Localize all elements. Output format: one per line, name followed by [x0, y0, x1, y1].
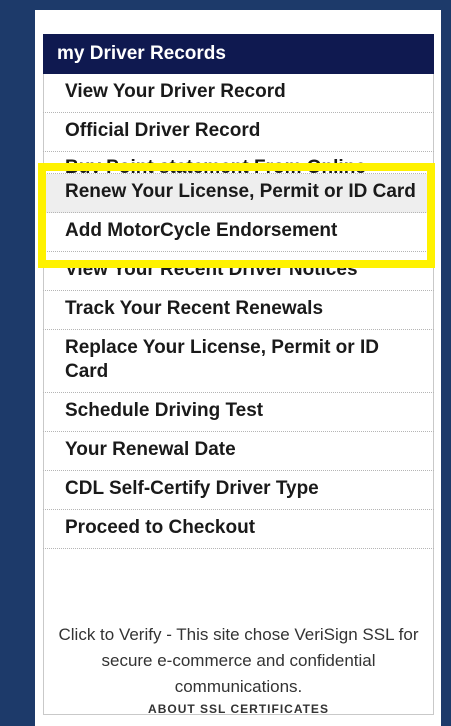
menu-item-cdl-self-certify[interactable]: CDL Self-Certify Driver Type [43, 471, 434, 510]
menu-item-schedule-driving-test[interactable]: Schedule Driving Test [43, 393, 434, 432]
menu-item-renewal-date[interactable]: Your Renewal Date [43, 432, 434, 471]
verisign-seal-text[interactable]: Click to Verify - This site chose VeriSi… [43, 622, 434, 700]
menu-item-renew-license[interactable]: Renew Your License, Permit or ID Card [43, 174, 434, 213]
panel-header: my Driver Records [43, 34, 434, 74]
menu-item-replace-license[interactable]: Replace Your License, Permit or ID Card [43, 330, 434, 393]
menu-item-official-driver-record[interactable]: Official Driver Record [43, 113, 434, 152]
menu-item-driver-notices[interactable]: View Your Recent Driver Notices [43, 252, 434, 291]
driver-records-menu: View Your Driver Record Official Driver … [43, 74, 434, 549]
ssl-certificates-link[interactable]: ABOUT SSL CERTIFICATES [43, 702, 434, 716]
driver-records-panel: my Driver Records View Your Driver Recor… [35, 10, 441, 726]
menu-item-view-driver-record[interactable]: View Your Driver Record [43, 74, 434, 113]
menu-item-proceed-checkout[interactable]: Proceed to Checkout [43, 510, 434, 549]
menu-item-motorcycle-endorsement[interactable]: Add MotorCycle Endorsement [43, 213, 434, 252]
menu-item-track-renewals[interactable]: Track Your Recent Renewals [43, 291, 434, 330]
menu-item-point-statement[interactable]: Buy Point statement From Online [43, 152, 434, 174]
page: { "header": { "title": "my Driver Record… [0, 0, 451, 726]
